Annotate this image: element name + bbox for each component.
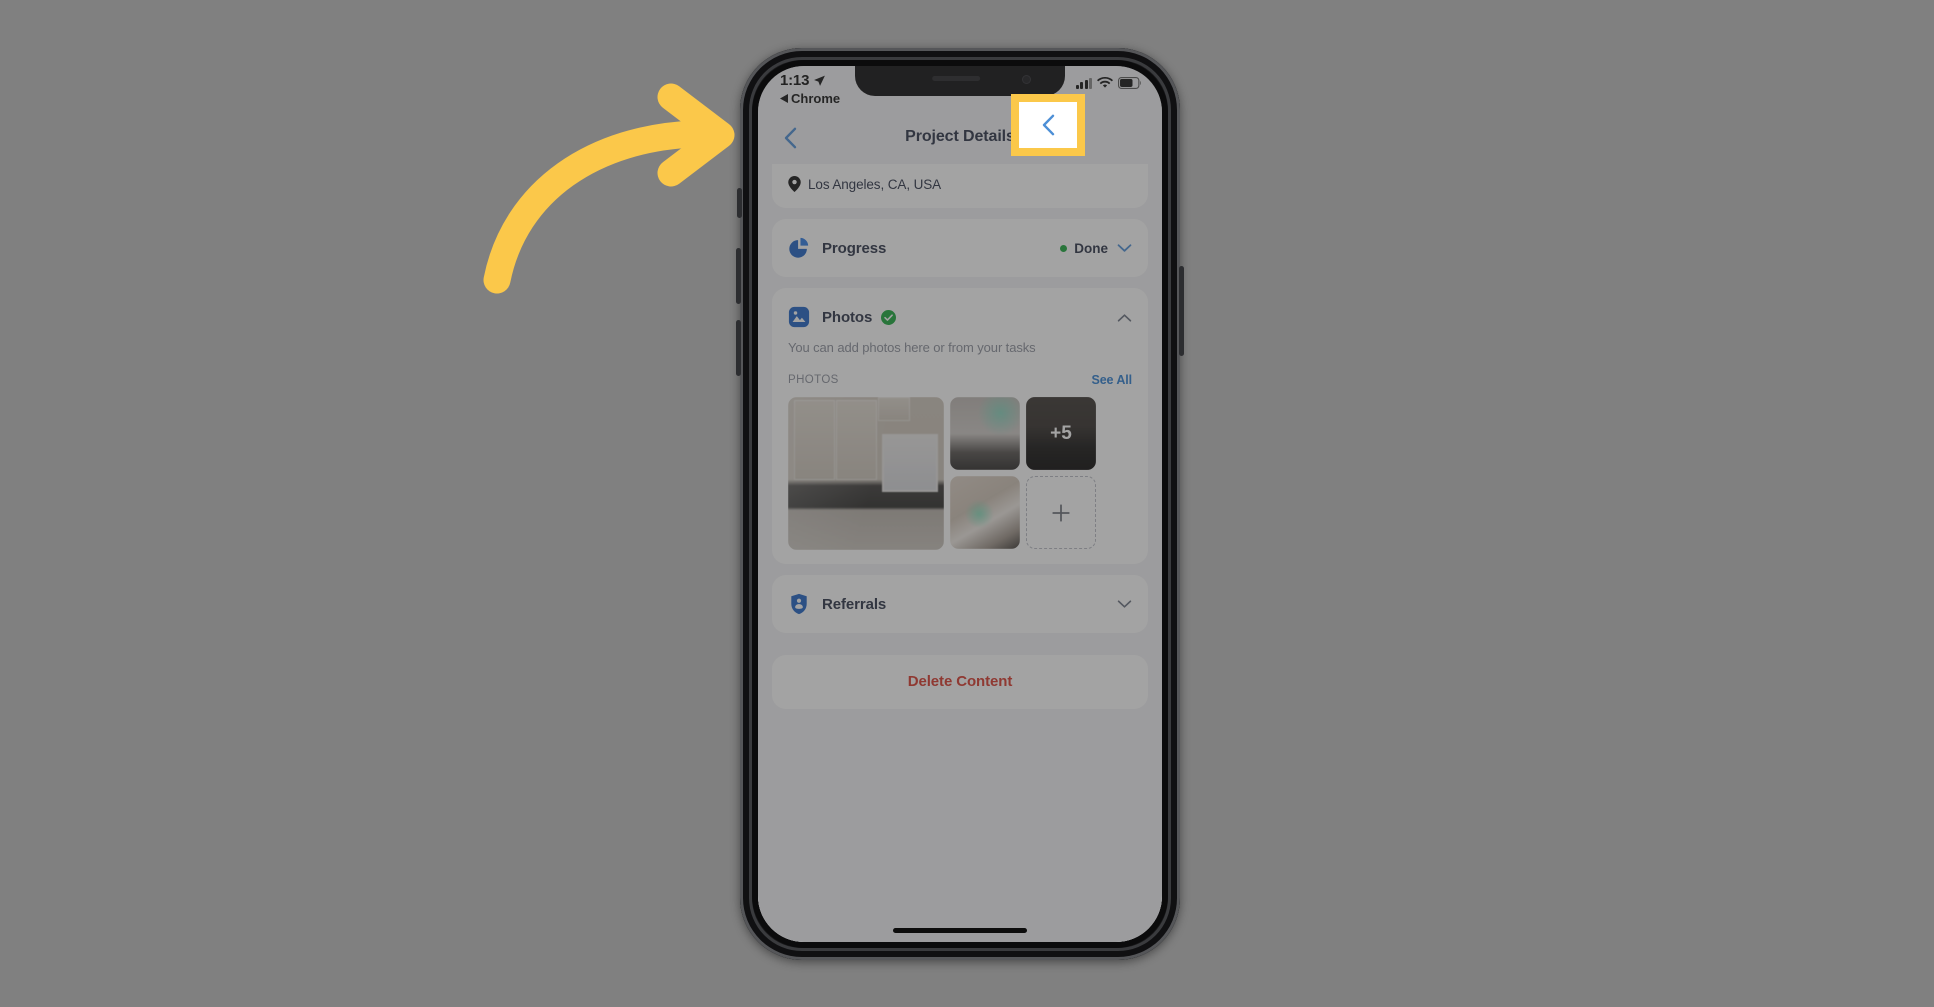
photos-title: Photos xyxy=(822,308,873,326)
photo-side-column: +5 xyxy=(950,397,1096,550)
battery-icon xyxy=(1118,77,1142,89)
status-dot xyxy=(1060,244,1068,252)
phone-device-frame: 1:13 Chrome Project Details Los Angeles,… xyxy=(736,48,1184,960)
delete-content-button[interactable]: Delete Content xyxy=(772,655,1148,709)
progress-card[interactable]: Progress Done xyxy=(772,219,1148,277)
photos-subheader: PHOTOS See All xyxy=(772,369,1148,397)
location-arrow-icon xyxy=(814,75,826,86)
delete-content-label: Delete Content xyxy=(907,673,1013,690)
cellular-signal-icon xyxy=(1075,77,1092,89)
highlighted-back-button[interactable] xyxy=(1019,102,1077,148)
front-camera-icon xyxy=(1022,75,1031,84)
photos-header-row[interactable]: Photos xyxy=(772,288,1148,346)
device-notch xyxy=(855,66,1065,96)
back-button[interactable] xyxy=(770,118,810,158)
referral-badge-icon xyxy=(791,593,807,615)
status-time: 1:13 xyxy=(780,72,810,89)
back-to-app-indicator[interactable]: Chrome xyxy=(780,91,840,106)
progress-row[interactable]: Progress Done xyxy=(772,219,1148,277)
home-indicator[interactable] xyxy=(893,928,1027,933)
back-app-label: Chrome xyxy=(791,91,841,106)
map-pin-icon xyxy=(788,176,801,192)
photo-row-top: +5 xyxy=(950,397,1096,470)
chevron-down-icon[interactable] xyxy=(1117,243,1132,253)
phone-screen: 1:13 Chrome Project Details Los Angeles,… xyxy=(758,66,1162,942)
triangle-left-icon xyxy=(780,94,788,103)
more-photos-tile[interactable]: +5 xyxy=(1026,397,1096,470)
kitchen-cabinets-photo[interactable] xyxy=(788,397,944,550)
photo-artwork xyxy=(788,397,944,550)
plus-icon xyxy=(1052,503,1070,522)
chevron-up-icon[interactable] xyxy=(1117,313,1132,322)
photo-artwork xyxy=(950,476,1020,549)
project-details-content[interactable]: Los Angeles, CA, USA Progress Done Photo… xyxy=(758,164,1162,942)
referrals-row[interactable]: Referrals xyxy=(772,575,1148,633)
status-indicators xyxy=(1075,77,1143,89)
check-circle-icon xyxy=(881,309,897,325)
photo-row-bottom xyxy=(950,476,1096,549)
add-photo-button[interactable] xyxy=(1026,476,1096,549)
room-window-photo[interactable] xyxy=(950,397,1020,470)
status-time-group: 1:13 xyxy=(780,72,826,89)
progress-status-label: Done xyxy=(1074,240,1108,256)
pie-chart-icon xyxy=(789,237,809,258)
photo-grid: +5 xyxy=(772,397,1148,550)
more-photos-count: +5 xyxy=(1026,397,1096,470)
volume-down-button[interactable] xyxy=(736,320,741,376)
chevron-left-icon xyxy=(1042,114,1054,136)
stairway-photo[interactable] xyxy=(950,476,1020,549)
see-all-link[interactable]: See All xyxy=(1091,373,1132,387)
navigation-bar: Project Details xyxy=(758,110,1162,164)
annotation-highlight-box xyxy=(1011,94,1085,156)
location-text: Los Angeles, CA, USA xyxy=(808,176,942,192)
photo-icon xyxy=(788,306,810,328)
power-button[interactable] xyxy=(1179,266,1184,356)
screenshot-canvas: 1:13 Chrome Project Details Los Angeles,… xyxy=(0,0,1934,1007)
photos-list-label: PHOTOS xyxy=(788,374,839,386)
photos-description: You can add photos here or from your tas… xyxy=(788,340,1036,355)
photos-card[interactable]: Photos You can add photos here or from y… xyxy=(772,288,1148,564)
location-card: Los Angeles, CA, USA xyxy=(772,164,1148,208)
wifi-icon xyxy=(1097,77,1113,88)
earpiece-speaker xyxy=(932,76,981,81)
annotation-arrow xyxy=(483,83,735,294)
progress-title: Progress xyxy=(822,239,887,257)
chevron-left-icon xyxy=(784,127,796,149)
photo-artwork xyxy=(950,397,1020,470)
referrals-title: Referrals xyxy=(822,595,887,613)
chevron-down-icon[interactable] xyxy=(1117,599,1132,609)
page-title: Project Details xyxy=(905,128,1015,145)
location-row: Los Angeles, CA, USA xyxy=(788,176,1132,192)
referrals-card[interactable]: Referrals xyxy=(772,575,1148,633)
